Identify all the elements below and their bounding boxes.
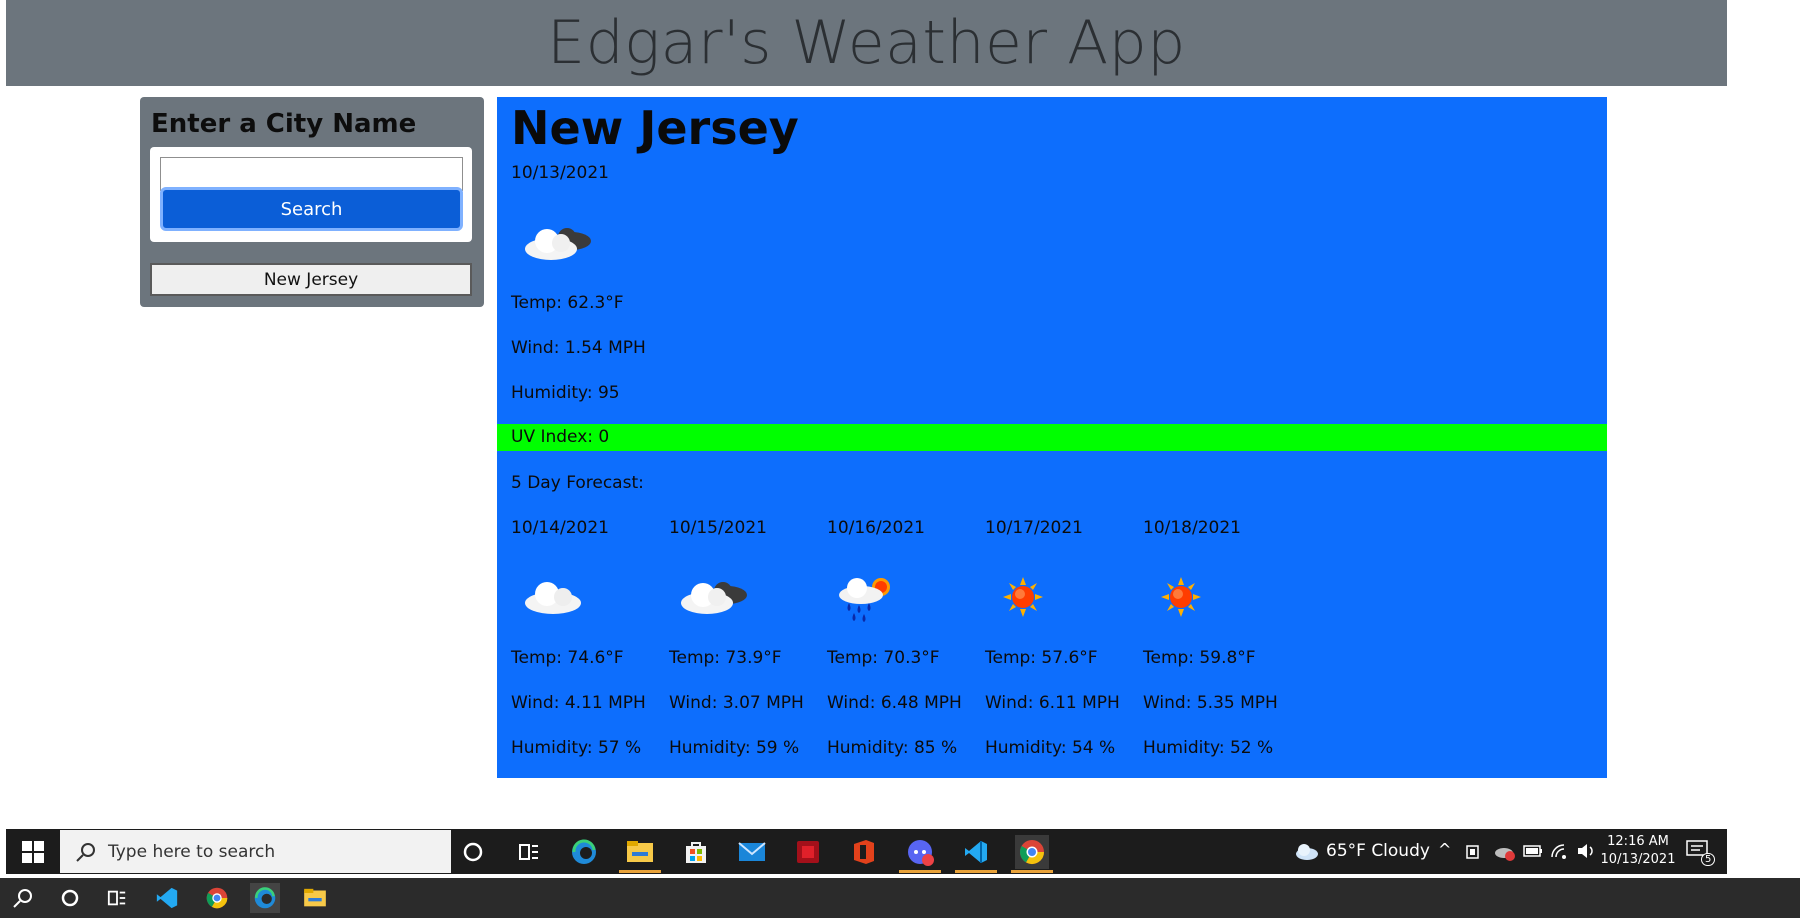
forecast-temp: Temp: 70.3°F [827,648,940,668]
meet-now-icon[interactable] [1466,843,1482,861]
uv-index-text: UV Index: 0 [511,427,610,447]
cloud-sun-icon [525,228,591,260]
file-explorer-icon[interactable] [619,835,661,873]
forecast-wind: Wind: 6.11 MPH [985,693,1120,713]
windows-logo-icon [22,840,44,863]
app-title: Edgar's Weather App [547,8,1186,78]
battery-icon[interactable] [1523,844,1543,858]
vscode-icon[interactable] [152,883,182,913]
forecast-wind: Wind: 5.35 MPH [1143,693,1278,713]
office-icon[interactable] [847,835,881,869]
task-view-icon[interactable] [512,835,546,869]
forecast-temp: Temp: 74.6°F [511,648,624,668]
store-icon[interactable] [679,835,713,869]
sun-icon [1161,577,1201,617]
city-search-input[interactable] [160,157,463,191]
forecast-humidity: Humidity: 85 % [827,738,958,758]
weather-panel: New Jersey 10/13/2021 Temp: 62.3°F Wind:… [497,97,1607,778]
edge-icon[interactable] [250,883,280,913]
forecast-humidity: Humidity: 52 % [1143,738,1274,758]
onedrive-icon[interactable] [1494,843,1516,861]
search-icon[interactable] [8,883,38,913]
sun-icon [1003,577,1043,617]
cortana-icon[interactable] [55,883,85,913]
start-button[interactable] [6,829,60,874]
forecast-wind: Wind: 6.48 MPH [827,693,962,713]
running-indicator [1011,870,1053,873]
notification-center[interactable]: 5 [1686,839,1716,867]
cloud-icon [525,582,581,614]
forecast-wind: Wind: 3.07 MPH [669,693,804,713]
sidebar-title: Enter a City Name [151,109,417,139]
forecast-humidity: Humidity: 54 % [985,738,1116,758]
taskbar-search-placeholder: Type here to search [108,841,276,862]
running-indicator [899,870,941,873]
rain-sun-icon [839,578,890,622]
file-explorer-icon[interactable] [300,883,330,913]
cortana-icon[interactable] [456,835,490,869]
forecast-date: 10/15/2021 [669,518,767,538]
volume-icon[interactable] [1576,842,1596,860]
city-name: New Jersey [511,101,799,155]
uv-index-bar: UV Index: 0 [497,424,1607,451]
forecast-humidity: Humidity: 59 % [669,738,800,758]
app-header: Edgar's Weather App [6,0,1727,86]
search-icon [76,842,95,862]
current-wind: Wind: 1.54 MPH [511,338,646,358]
chrome-icon[interactable] [202,883,232,913]
search-sidebar: Enter a City Name Search New Jersey [140,97,484,307]
forecast-date: 10/17/2021 [985,518,1083,538]
forecast-date: 10/18/2021 [1143,518,1241,538]
taskbar-search-box[interactable]: Type here to search [60,830,451,873]
taskbar-clock[interactable]: 12:16 AM 10/13/2021 [1600,833,1676,869]
chrome-icon[interactable] [1011,835,1053,873]
forecast-label: 5 Day Forecast: [511,473,644,493]
current-temp: Temp: 62.3°F [511,293,624,313]
edge-icon[interactable] [567,835,601,869]
vscode-icon[interactable] [955,835,997,873]
chevron-up-icon[interactable]: ^ [1438,840,1451,859]
current-date: 10/13/2021 [511,163,609,183]
forecast-date: 10/14/2021 [511,518,609,538]
running-indicator [955,870,997,873]
search-card: Search [150,147,472,242]
secondary-taskbar [0,878,1800,918]
current-humidity: Humidity: 95 [511,383,620,403]
forecast-humidity: Humidity: 57 % [511,738,642,758]
forecast-temp: Temp: 59.8°F [1143,648,1256,668]
forecast-wind: Wind: 4.11 MPH [511,693,646,713]
forecast-temp: Temp: 73.9°F [669,648,782,668]
windows-taskbar: Type here to search 65°F Cloudy ^ 12:16 … [6,829,1727,874]
wifi-icon[interactable] [1550,843,1570,859]
running-indicator [619,870,661,873]
forecast-temp: Temp: 57.6°F [985,648,1098,668]
history-item-new-jersey[interactable]: New Jersey [150,263,472,296]
discord-icon[interactable] [899,835,941,873]
clock-date: 10/13/2021 [1600,852,1676,867]
screen: Edgar's Weather App Enter a City Name Se… [0,0,1800,918]
weather-cloud-icon [1296,844,1318,860]
cloud-sun-icon [681,582,747,614]
clock-time: 12:16 AM [1607,834,1669,849]
notification-count: 5 [1701,853,1716,866]
search-button[interactable]: Search [160,187,463,231]
task-view-icon[interactable] [102,883,132,913]
forecast-date: 10/16/2021 [827,518,925,538]
mail-icon[interactable] [735,835,769,869]
media-app-icon[interactable] [791,835,825,869]
taskbar-weather[interactable]: 65°F Cloudy [1326,841,1430,861]
